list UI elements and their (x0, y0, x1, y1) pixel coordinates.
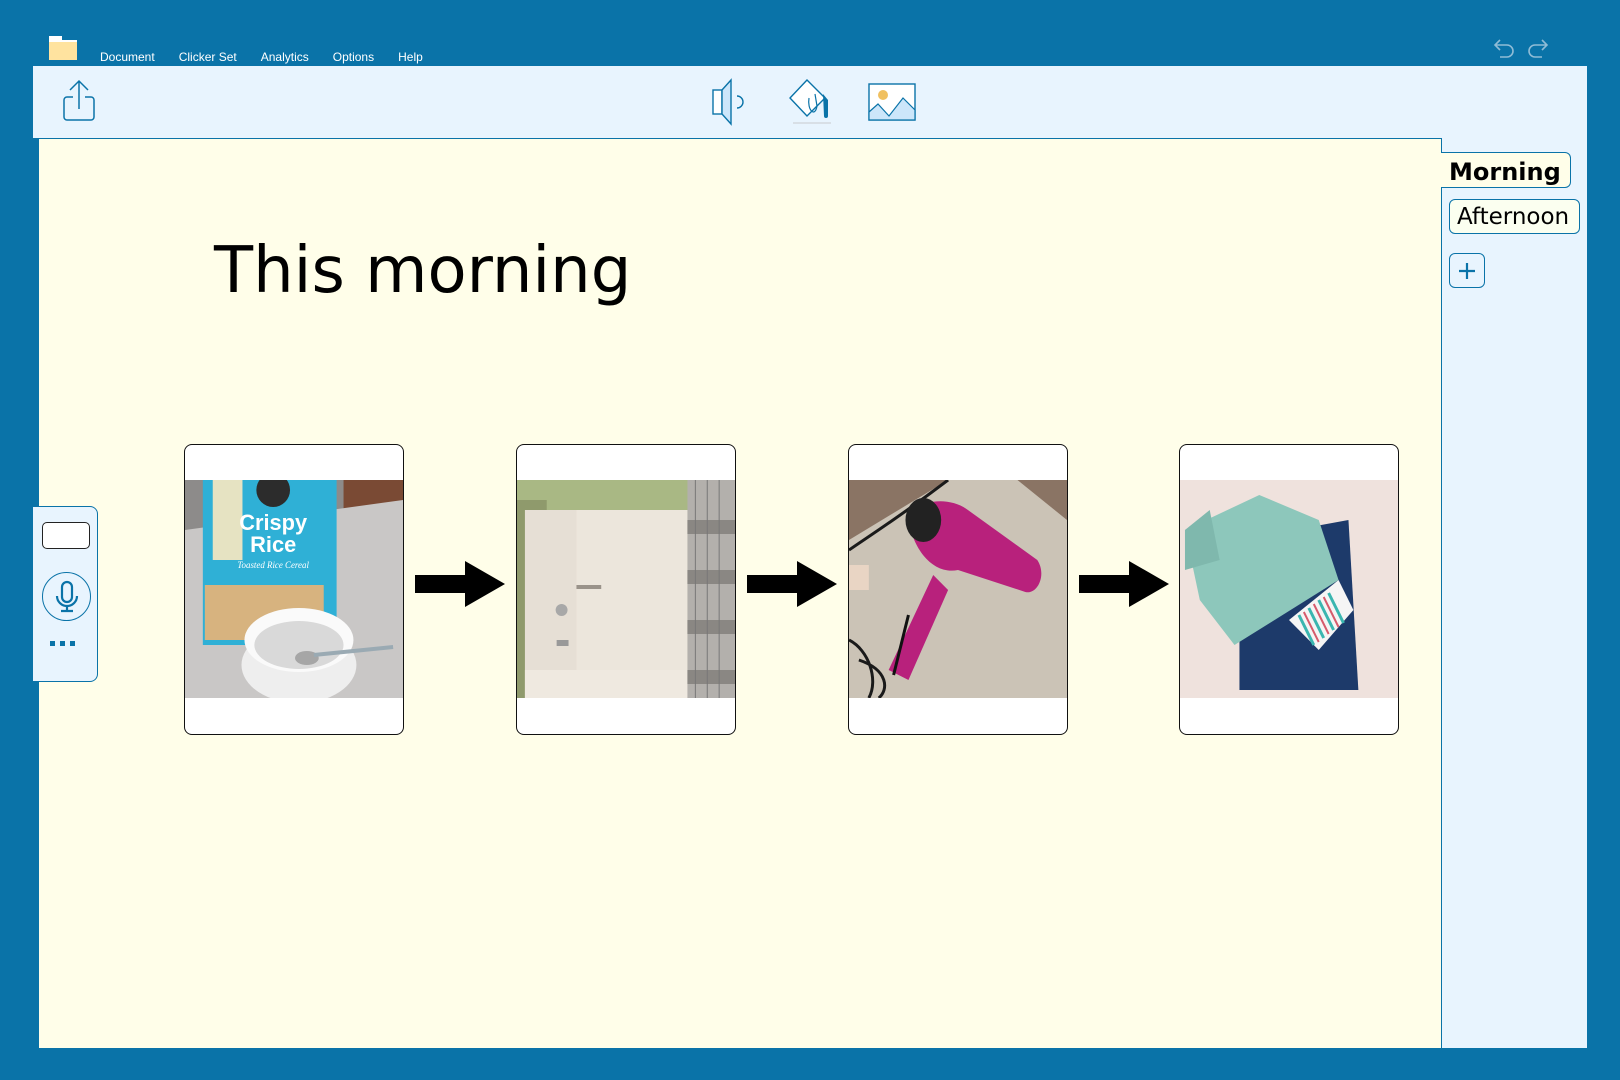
arrow-right-icon (747, 561, 837, 607)
menu-analytics[interactable]: Analytics (261, 50, 309, 64)
center-tools (703, 76, 917, 128)
clothes-photo (1180, 480, 1398, 698)
cereal-photo: Crispy Rice Toasted Rice Cereal (185, 480, 403, 698)
text-box-button[interactable] (42, 522, 90, 549)
toolbar (33, 66, 1587, 138)
add-page-button[interactable] (1449, 253, 1485, 288)
speaker-icon[interactable] (703, 76, 753, 128)
menu-document[interactable]: Document (100, 50, 155, 64)
microphone-button[interactable] (42, 572, 91, 621)
paint-bucket-icon[interactable] (785, 76, 835, 128)
image-icon[interactable] (867, 76, 917, 128)
menu-bar: Document Clicker Set Analytics Options H… (100, 50, 447, 64)
tab-morning[interactable]: Morning (1441, 152, 1571, 188)
menu-options[interactable]: Options (333, 50, 374, 64)
side-panel (33, 506, 98, 682)
sequence-card-breakfast[interactable]: Crispy Rice Toasted Rice Cereal (184, 444, 404, 735)
plus-icon (1459, 262, 1475, 279)
hair-dryer-photo (849, 480, 1067, 698)
tab-afternoon[interactable]: Afternoon (1449, 199, 1580, 234)
sequence-card-hair-dryer[interactable] (848, 444, 1068, 735)
page-title[interactable]: This morning (214, 234, 631, 308)
undo-icon[interactable] (1492, 37, 1516, 59)
dot (70, 641, 75, 646)
menu-help[interactable]: Help (398, 50, 423, 64)
microphone-icon (55, 580, 78, 612)
sequence-card-get-dressed[interactable] (1179, 444, 1399, 735)
page-tabs-panel: Morning Afternoon (1441, 138, 1587, 1048)
more-options-button[interactable] (50, 641, 75, 646)
menu-clicker-set[interactable]: Clicker Set (179, 50, 237, 64)
canvas: This morning Crispy Rice Toasted Rice Ce… (38, 138, 1442, 1048)
svg-text:Rice: Rice (250, 532, 296, 557)
arrow-right-icon (1079, 561, 1169, 607)
redo-icon[interactable] (1526, 37, 1550, 59)
dot (60, 641, 65, 646)
shower-photo (517, 480, 735, 698)
dot (50, 641, 55, 646)
svg-text:Toasted Rice Cereal: Toasted Rice Cereal (237, 560, 309, 570)
arrow-right-icon (415, 561, 505, 607)
folder-icon[interactable] (49, 36, 77, 60)
share-icon[interactable] (61, 78, 97, 124)
sequence-card-shower[interactable] (516, 444, 736, 735)
undo-redo-group (1492, 37, 1550, 59)
